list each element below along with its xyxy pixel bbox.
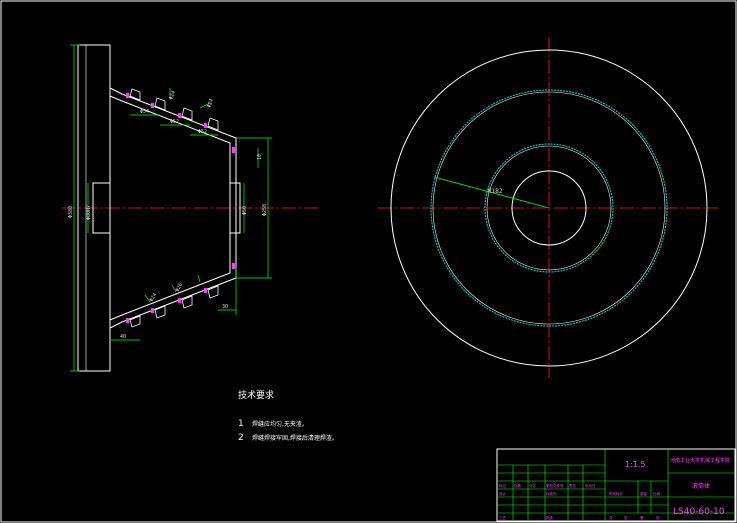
dim-right-diameter: Φ250 bbox=[262, 204, 268, 216]
title-block[interactable]: 1:1.5 河南工业大学机械工程学院 滚筒体 LS40-60-10 标记 处数 … bbox=[496, 448, 736, 522]
dim-right-bottom: 30 bbox=[222, 304, 228, 310]
dim-pitch-1: Φ54 bbox=[140, 109, 149, 115]
note-2-text: 焊缝焊接牢固,焊接后清理焊渣。 bbox=[252, 434, 338, 442]
cone-lower-inner bbox=[109, 233, 231, 321]
cad-drawing-canvas[interactable]: Φ380 Φ80H7 Φ50 Φ250 10 40 30 Φ54 Φ52 Φ52… bbox=[0, 0, 737, 523]
dim-tooth-a: Φ24 bbox=[168, 90, 177, 101]
tb-label-weight: 重量 bbox=[640, 491, 648, 496]
dim-hub-diameter: Φ80H7 bbox=[86, 205, 92, 220]
dim-outer-diameter: Φ380 bbox=[68, 206, 74, 218]
part-name: 滚筒体 bbox=[692, 482, 710, 490]
tb-label-change-doc: 更改文件号 bbox=[546, 483, 564, 488]
tb-label-approve: 批准 bbox=[546, 515, 554, 520]
tb-label-sheet-no: 第 bbox=[640, 515, 644, 520]
note-2-number: 2 bbox=[238, 433, 244, 443]
dim-bottom-width: 40 bbox=[120, 334, 126, 340]
radius-label: R182 bbox=[488, 188, 503, 195]
tb-label-sheets: 张 bbox=[624, 515, 628, 520]
technical-notes: 技术要求 1 焊缝应均匀,无夹渣。 2 焊缝焊接牢固,焊接后清理焊渣。 bbox=[238, 389, 338, 443]
tb-label-ratio: 比例 bbox=[653, 491, 661, 496]
dim-pitch-3: Φ52 bbox=[198, 129, 207, 135]
dim-bore-diameter: Φ50 bbox=[242, 206, 248, 215]
school-name: 河南工业大学机械工程学院 bbox=[670, 457, 730, 464]
note-1-text: 焊缝应均匀,无夹渣。 bbox=[252, 420, 308, 428]
tb-label-sign: 签名 bbox=[569, 483, 576, 488]
tb-label-stage: 阶段标记 bbox=[609, 491, 623, 496]
tb-label-process: 工艺 bbox=[499, 515, 507, 520]
section-view[interactable]: Φ380 Φ80H7 Φ50 Φ250 10 40 30 Φ54 Φ52 Φ52… bbox=[62, 44, 320, 372]
tb-label-mark: 标记 bbox=[499, 483, 507, 488]
note-1-number: 1 bbox=[238, 419, 244, 429]
cone-upper-inner bbox=[109, 95, 231, 183]
tb-label-zone: 分区 bbox=[529, 483, 537, 488]
drawing-border bbox=[0, 0, 737, 523]
tb-label-total: 共 bbox=[609, 515, 613, 520]
notes-title: 技术要求 bbox=[238, 389, 274, 401]
tb-label-date: 年月日 bbox=[585, 483, 596, 488]
tb-label-count: 处数 bbox=[514, 483, 522, 488]
drawing-number: LS40-60-10 bbox=[673, 507, 725, 517]
tb-label-sheet: 张 bbox=[656, 515, 660, 520]
end-view[interactable]: R182 bbox=[378, 38, 718, 378]
dim-right-top: 10 bbox=[257, 154, 263, 160]
tb-label-design: 设计 bbox=[499, 491, 507, 496]
dim-pitch-2: Φ52 bbox=[170, 119, 179, 125]
tb-label-standard: 标准化 bbox=[546, 491, 557, 496]
scale-value: 1:1.5 bbox=[625, 460, 646, 469]
dim-tooth-b: Φ24 bbox=[206, 98, 215, 109]
